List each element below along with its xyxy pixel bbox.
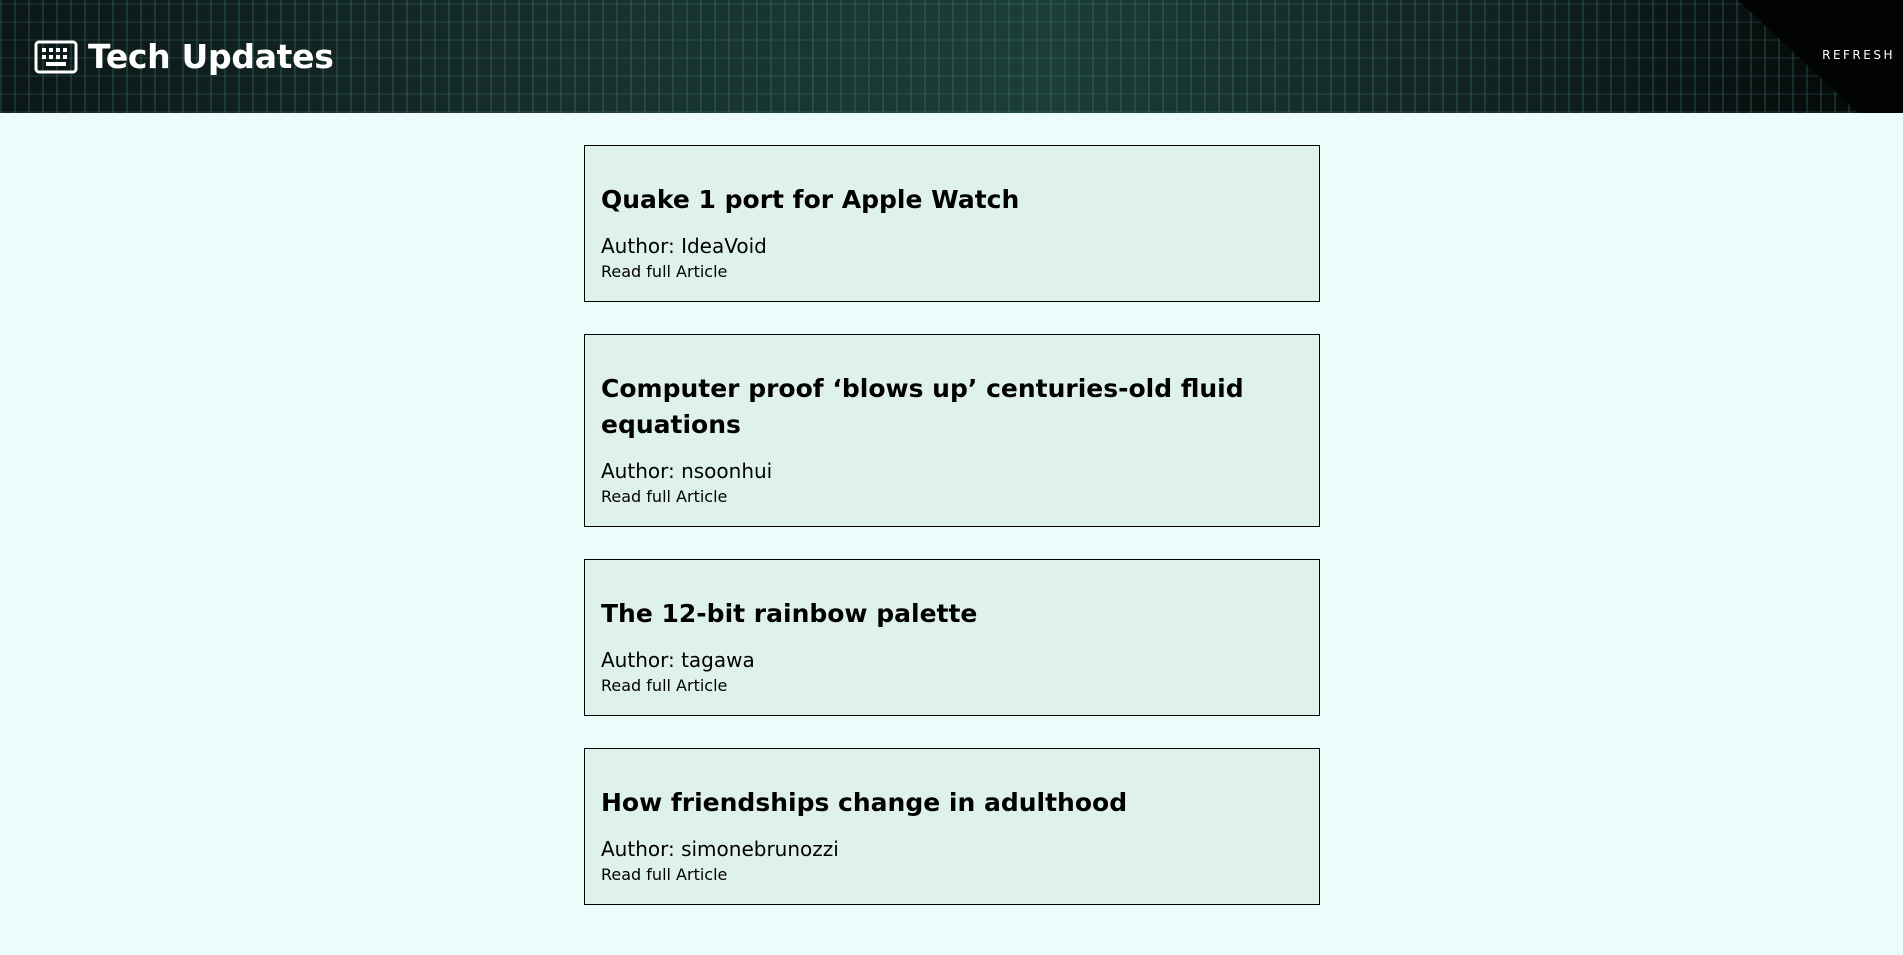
refresh-button[interactable]: REFRESH <box>1822 48 1895 62</box>
brand: Tech Updates <box>34 38 334 76</box>
article-card: Quake 1 port for Apple Watch Author: Ide… <box>584 145 1320 302</box>
article-card: The 12-bit rainbow palette Author: tagaw… <box>584 559 1320 716</box>
article-title: Computer proof ‘blows up’ centuries-old … <box>601 374 1244 439</box>
article-feed: Quake 1 port for Apple Watch Author: Ide… <box>584 145 1320 937</box>
article-card: Computer proof ‘blows up’ centuries-old … <box>584 334 1320 527</box>
article-author: Author: IdeaVoid <box>601 234 767 258</box>
read-full-article-link[interactable]: Read full Article <box>601 675 727 697</box>
article-author: Author: tagawa <box>601 648 755 672</box>
article-card: How friendships change in adulthood Auth… <box>584 748 1320 905</box>
read-full-article-link[interactable]: Read full Article <box>601 261 727 283</box>
site-header: Tech Updates REFRESH <box>0 0 1903 113</box>
read-full-article-link[interactable]: Read full Article <box>601 486 727 508</box>
article-author: Author: simonebrunozzi <box>601 837 839 861</box>
article-title: Quake 1 port for Apple Watch <box>601 185 1020 214</box>
read-full-article-link[interactable]: Read full Article <box>601 864 727 886</box>
article-title: The 12-bit rainbow palette <box>601 599 978 628</box>
keyboard-icon <box>34 40 78 74</box>
site-title: Tech Updates <box>88 37 334 76</box>
article-title: How friendships change in adulthood <box>601 788 1128 817</box>
article-author: Author: nsoonhui <box>601 459 773 483</box>
